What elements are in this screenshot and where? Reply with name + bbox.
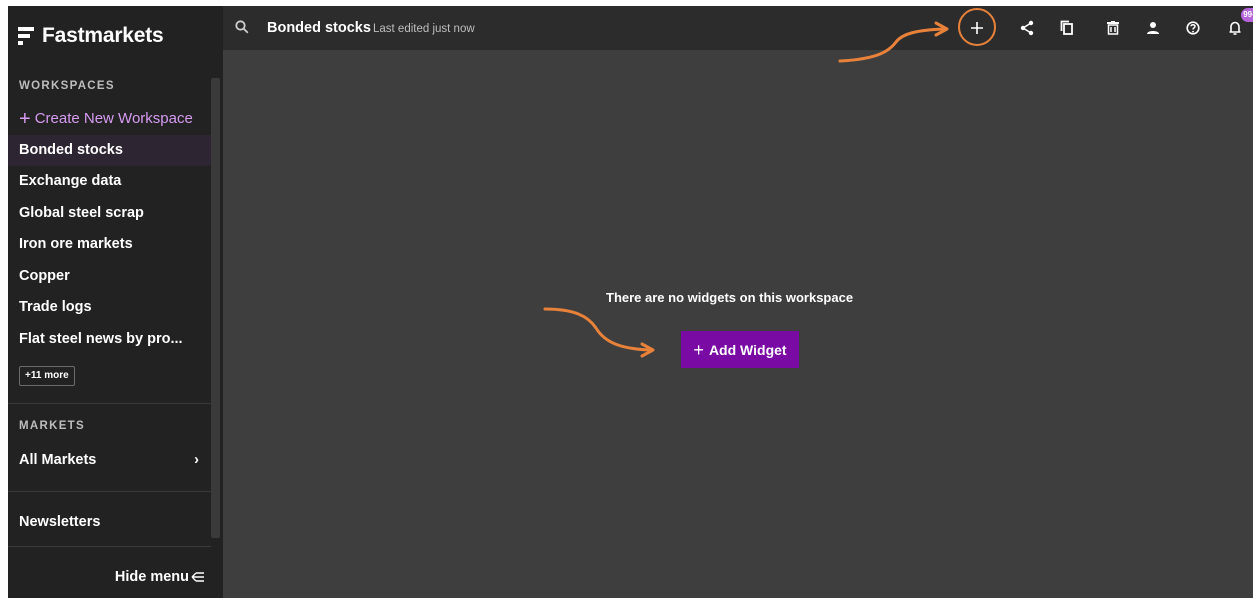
user-button[interactable] (1141, 16, 1165, 40)
sidebar: Fastmarkets WORKSPACES + Create New Work… (8, 6, 223, 598)
plus-icon: + (693, 339, 704, 360)
add-widget-label: Add Widget (708, 341, 787, 358)
empty-workspace-message: There are no widgets on this workspace (606, 290, 854, 305)
all-markets-label: All Markets (19, 452, 97, 468)
more-workspaces-button[interactable]: +11 more (19, 366, 75, 386)
notification-badge: 99+ (1241, 8, 1253, 22)
fastmarkets-logo-icon (18, 27, 34, 45)
workspace-title[interactable]: Bonded stocks (267, 20, 371, 36)
help-icon (1186, 21, 1200, 35)
top-bar: Bonded stocks Last edited just now 99 (223, 6, 1253, 50)
sidebar-scrollbar[interactable] (211, 78, 220, 538)
add-widget-button[interactable]: + Add Widget (681, 331, 799, 368)
share-button[interactable] (1015, 16, 1039, 40)
brand-name: Fastmarkets (42, 24, 164, 47)
app-window: Fastmarkets WORKSPACES + Create New Work… (8, 6, 1253, 598)
chevron-right-icon: › (194, 452, 199, 468)
duplicate-button[interactable] (1055, 16, 1079, 40)
last-edited-text: Last edited just now (373, 23, 475, 35)
create-workspace-label: Create New Workspace (34, 110, 193, 127)
create-workspace-link[interactable]: + Create New Workspace (19, 107, 193, 130)
sidebar-divider (8, 491, 211, 492)
user-icon (1147, 22, 1159, 34)
copy-icon (1060, 20, 1073, 35)
collapse-menu-icon (191, 572, 204, 582)
workspace-item-flat-steel-news[interactable]: Flat steel news by pro... (8, 324, 211, 355)
all-markets-item[interactable]: All Markets › (19, 452, 199, 468)
hide-menu-label: Hide menu (114, 569, 189, 585)
workspace-item-trade-logs[interactable]: Trade logs (8, 292, 211, 323)
sidebar-divider (8, 403, 211, 404)
workspace-item-exchange-data[interactable]: Exchange data (8, 166, 211, 197)
newsletters-item[interactable]: Newsletters (19, 514, 100, 530)
trash-icon (1107, 21, 1119, 35)
workspace-item-global-steel-scrap[interactable]: Global steel scrap (8, 198, 211, 229)
plus-icon: + (19, 107, 31, 130)
workspaces-section-label: WORKSPACES (19, 80, 115, 92)
sidebar-divider (8, 546, 211, 547)
delete-button[interactable] (1101, 16, 1125, 40)
markets-section-label: MARKETS (19, 420, 85, 432)
logo[interactable]: Fastmarkets (18, 24, 164, 48)
workspace-item-bonded-stocks[interactable]: Bonded stocks (8, 135, 211, 166)
search-icon[interactable] (235, 20, 249, 34)
share-icon (1020, 20, 1034, 36)
workspace-item-iron-ore-markets[interactable]: Iron ore markets (8, 229, 211, 260)
add-widget-top-button[interactable] (965, 16, 989, 40)
workspace-item-copper[interactable]: Copper (8, 261, 211, 292)
hide-menu-button[interactable]: Hide menu (115, 569, 205, 585)
plus-icon (971, 22, 983, 34)
help-button[interactable] (1181, 16, 1205, 40)
bell-icon (1229, 21, 1241, 35)
